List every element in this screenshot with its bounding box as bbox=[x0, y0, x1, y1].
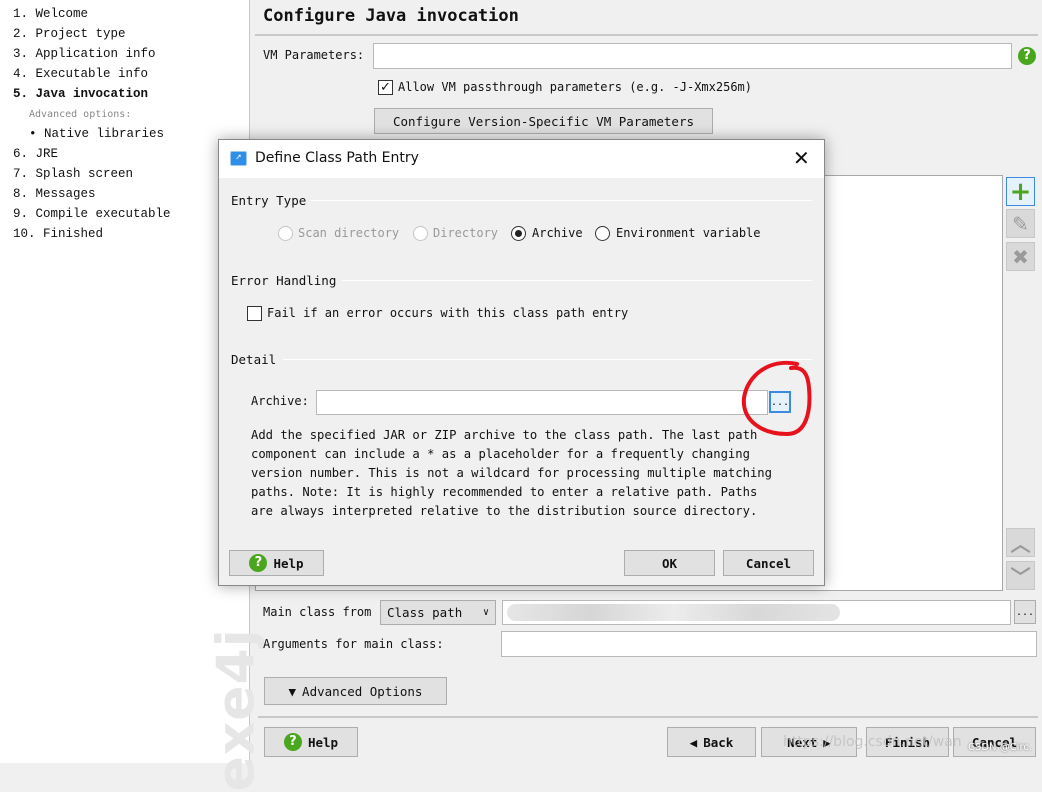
dialog-titlebar[interactable]: ➚ Define Class Path Entry ✕ bbox=[219, 140, 824, 178]
description-line: paths. Note: It is highly recommended to… bbox=[251, 485, 758, 499]
down-arrow-icon[interactable]: ﹀ bbox=[1006, 561, 1035, 590]
description-line: component can include a * as a placehold… bbox=[251, 447, 750, 461]
radio-scan-directory bbox=[278, 226, 293, 241]
help-icon: ? bbox=[283, 733, 302, 751]
select-value: Class path bbox=[387, 605, 463, 620]
main-class-source-select[interactable]: Class path ∨ bbox=[380, 600, 496, 625]
advanced-options-button[interactable]: ▼ Advanced Options bbox=[264, 677, 447, 705]
cancel-label: Cancel bbox=[745, 555, 792, 571]
help-label: Help bbox=[307, 734, 339, 750]
entry-type-heading: Entry Type bbox=[231, 193, 307, 208]
step-splash-screen[interactable]: 7. Splash screen bbox=[13, 167, 133, 181]
configure-version-vm-button[interactable]: Configure Version-Specific VM Parameters bbox=[374, 108, 713, 134]
up-arrow-icon[interactable]: ︿ bbox=[1006, 528, 1035, 557]
edit-icon[interactable]: ✎ bbox=[1006, 209, 1035, 238]
wizard-steps-sidebar: exe4j 1. Welcome 2. Project type 3. Appl… bbox=[0, 0, 267, 792]
environment-variable-label: Environment variable bbox=[616, 226, 761, 240]
passthrough-checkbox[interactable]: ✓ bbox=[378, 80, 393, 95]
step-jre[interactable]: 6. JRE bbox=[13, 147, 58, 161]
page-title: Configure Java invocation bbox=[263, 6, 519, 26]
back-label: Back bbox=[703, 734, 734, 750]
archive-label: Archive: bbox=[251, 394, 309, 408]
vm-parameters-input[interactable] bbox=[373, 43, 1012, 69]
directory-label: Directory bbox=[433, 226, 499, 240]
browse-main-class-button[interactable]: ... bbox=[1014, 600, 1036, 624]
back-button[interactable]: ◀ Back bbox=[667, 727, 756, 757]
blurred-value bbox=[507, 604, 840, 621]
footer-divider bbox=[258, 716, 1038, 718]
step-executable-info[interactable]: 4. Executable info bbox=[13, 67, 148, 81]
radio-archive[interactable] bbox=[511, 226, 526, 241]
divider bbox=[283, 359, 812, 360]
triangle-left-icon: ◀ bbox=[689, 734, 698, 750]
step-messages[interactable]: 8. Messages bbox=[13, 187, 96, 201]
divider bbox=[342, 280, 812, 281]
step-compile-executable[interactable]: 9. Compile executable bbox=[13, 207, 171, 221]
detail-heading: Detail bbox=[231, 352, 277, 367]
step-welcome[interactable]: 1. Welcome bbox=[13, 7, 88, 21]
help-icon: ? bbox=[249, 554, 268, 572]
arguments-input[interactable] bbox=[501, 631, 1037, 657]
step-finished[interactable]: 10. Finished bbox=[13, 227, 103, 241]
radio-environment-variable[interactable] bbox=[595, 226, 610, 241]
vm-parameters-label: VM Parameters: bbox=[263, 48, 365, 62]
passthrough-label: Allow VM passthrough parameters (e.g. -J… bbox=[398, 80, 753, 94]
description-line: Add the specified JAR or ZIP archive to … bbox=[251, 428, 758, 442]
help-button[interactable]: ? Help bbox=[264, 727, 358, 757]
ok-button[interactable]: OK bbox=[624, 550, 715, 576]
step-java-invocation[interactable]: 5. Java invocation bbox=[13, 87, 148, 101]
help-icon[interactable]: ? bbox=[1018, 47, 1036, 65]
archive-option-label: Archive bbox=[532, 226, 583, 240]
plus-icon[interactable]: + bbox=[1006, 177, 1035, 207]
dialog-help-button[interactable]: ? Help bbox=[229, 550, 324, 576]
help-label: Help bbox=[273, 555, 304, 571]
url-watermark: https://blog.csdn.net/wan bbox=[783, 734, 962, 750]
app-icon: ➚ bbox=[230, 151, 247, 166]
exe4j-watermark-logo: exe4j bbox=[206, 628, 267, 792]
csdn-watermark: CSDN @Circ. bbox=[968, 742, 1033, 753]
fail-on-error-label: Fail if an error occurs with this class … bbox=[267, 306, 629, 320]
fail-on-error-checkbox[interactable] bbox=[247, 306, 262, 321]
dialog-title: Define Class Path Entry bbox=[255, 150, 419, 166]
error-handling-heading: Error Handling bbox=[231, 273, 337, 288]
delete-icon[interactable]: ✖ bbox=[1006, 242, 1035, 271]
step-native-libraries[interactable]: • Native libraries bbox=[29, 127, 164, 141]
description-line: version number. This is not a wildcard f… bbox=[251, 466, 772, 480]
main-class-input[interactable] bbox=[502, 600, 1011, 625]
ok-label: OK bbox=[661, 555, 678, 571]
arguments-label: Arguments for main class: bbox=[263, 637, 444, 651]
close-icon[interactable]: ✕ bbox=[793, 146, 810, 170]
archive-input[interactable] bbox=[316, 390, 768, 415]
radio-directory bbox=[413, 226, 428, 241]
triangle-down-icon: ▼ bbox=[288, 683, 297, 699]
step-application-info[interactable]: 3. Application info bbox=[13, 47, 156, 61]
main-class-from-label: Main class from bbox=[263, 605, 372, 619]
step-project-type[interactable]: 2. Project type bbox=[13, 27, 126, 41]
description-line: are always interpreted relative to the d… bbox=[251, 504, 758, 518]
title-divider bbox=[255, 34, 1038, 36]
scan-directory-label: Scan directory bbox=[298, 226, 400, 240]
dialog-cancel-button[interactable]: Cancel bbox=[723, 550, 814, 576]
advanced-options-label: Advanced options: bbox=[29, 109, 132, 120]
advanced-options-label: Advanced Options bbox=[302, 683, 423, 699]
chevron-down-icon: ∨ bbox=[482, 607, 489, 618]
divider bbox=[311, 200, 812, 201]
define-class-path-dialog: ➚ Define Class Path Entry ✕ Entry Type S… bbox=[218, 139, 825, 586]
